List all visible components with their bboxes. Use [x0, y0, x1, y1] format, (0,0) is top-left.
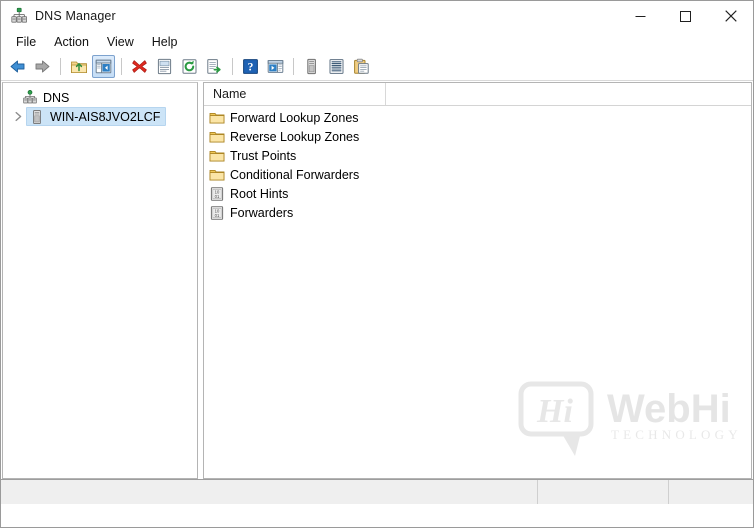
- data-list-icon: 10 01: [209, 205, 225, 221]
- menu-item-action[interactable]: Action: [45, 32, 98, 52]
- up-one-level-icon[interactable]: [67, 55, 90, 78]
- chevron-right-icon[interactable]: [11, 111, 26, 122]
- export-list-icon[interactable]: [203, 55, 226, 78]
- console-tree: DNS WIN-AIS8JVO2LCF: [3, 83, 197, 126]
- status-cell-secondary: [538, 480, 669, 504]
- tree-item-label: DNS: [43, 90, 70, 105]
- folder-icon: [209, 148, 225, 164]
- toolbar: ?: [1, 53, 753, 81]
- toolbar-separator: [293, 58, 294, 75]
- refresh-icon[interactable]: [178, 55, 201, 78]
- window-title: DNS Manager: [35, 9, 116, 23]
- list-item[interactable]: 10 01 Forwarders: [204, 203, 751, 222]
- list-item-label: Root Hints: [230, 186, 289, 201]
- list-item-label: Forwarders: [230, 205, 294, 220]
- toolbar-separator: [232, 58, 233, 75]
- toolbar-separator: [60, 58, 61, 75]
- list-item-label: Trust Points: [230, 148, 297, 163]
- back-icon[interactable]: [6, 55, 29, 78]
- list-item[interactable]: Trust Points: [204, 146, 751, 165]
- forward-icon[interactable]: [31, 55, 54, 78]
- menu-item-file[interactable]: File: [7, 32, 45, 52]
- close-button[interactable]: [708, 1, 753, 31]
- folder-icon: [209, 110, 225, 126]
- svg-text:TECHNOLOGY: TECHNOLOGY: [611, 427, 742, 442]
- svg-text:?: ?: [248, 61, 254, 73]
- svg-text:01: 01: [215, 193, 220, 198]
- folder-icon: [209, 167, 225, 183]
- properties-icon[interactable]: [153, 55, 176, 78]
- list-item-label: Reverse Lookup Zones: [230, 129, 360, 144]
- show-hide-console-tree-icon[interactable]: [92, 55, 115, 78]
- menu-bar: File Action View Help: [1, 31, 753, 53]
- list-header: Name: [204, 83, 751, 106]
- main-content: DNS WIN-AIS8JVO2LCF Name Forward Lookup …: [1, 81, 753, 479]
- column-header-name[interactable]: Name: [204, 83, 386, 105]
- list-item[interactable]: Forward Lookup Zones: [204, 108, 751, 127]
- show-hide-action-pane-icon[interactable]: [264, 55, 287, 78]
- list-item[interactable]: Reverse Lookup Zones: [204, 127, 751, 146]
- dns-server-icon: [10, 7, 28, 25]
- new-server-icon[interactable]: [300, 55, 323, 78]
- list-item[interactable]: 10 01 Root Hints: [204, 184, 751, 203]
- dns-manager-window: DNS Manager File Action View Help ? DNS …: [0, 0, 754, 528]
- list-body: Forward Lookup Zones Reverse Lookup Zone…: [204, 106, 751, 222]
- list-item-label: Forward Lookup Zones: [230, 110, 359, 125]
- details-pane: Name Forward Lookup Zones Reverse Lookup…: [203, 82, 752, 479]
- maximize-button[interactable]: [663, 1, 708, 31]
- menu-item-help[interactable]: Help: [143, 32, 187, 52]
- svg-text:01: 01: [215, 212, 220, 217]
- status-bar: [1, 479, 753, 504]
- status-cell-tertiary: [669, 480, 753, 504]
- svg-text:Hi: Hi: [536, 393, 573, 430]
- svg-text:WebHi: WebHi: [607, 387, 731, 431]
- paste-icon[interactable]: [350, 55, 373, 78]
- list-item[interactable]: Conditional Forwarders: [204, 165, 751, 184]
- folder-icon: [209, 129, 225, 145]
- column-header-blank[interactable]: [386, 83, 751, 105]
- list-view-icon[interactable]: [325, 55, 348, 78]
- delete-icon[interactable]: [128, 55, 151, 78]
- toolbar-separator: [121, 58, 122, 75]
- window-controls: [618, 1, 753, 31]
- tree-item-selected-wrap[interactable]: WIN-AIS8JVO2LCF: [26, 107, 167, 126]
- list-item-label: Conditional Forwarders: [230, 167, 360, 182]
- menu-item-view[interactable]: View: [98, 32, 143, 52]
- title-bar: DNS Manager: [1, 1, 753, 31]
- tree-item-dns-root[interactable]: DNS: [3, 88, 197, 107]
- tree-item-server[interactable]: WIN-AIS8JVO2LCF: [3, 107, 197, 126]
- console-tree-pane: DNS WIN-AIS8JVO2LCF: [2, 82, 198, 479]
- tree-item-label: WIN-AIS8JVO2LCF: [50, 109, 161, 124]
- help-icon[interactable]: ?: [239, 55, 262, 78]
- status-cell-main: [1, 480, 538, 504]
- webhi-watermark: Hi WebHi TECHNOLOGY: [517, 378, 745, 460]
- dns-root-icon: [22, 89, 38, 106]
- server-icon: [29, 109, 45, 125]
- minimize-button[interactable]: [618, 1, 663, 31]
- data-list-icon: 10 01: [209, 186, 225, 202]
